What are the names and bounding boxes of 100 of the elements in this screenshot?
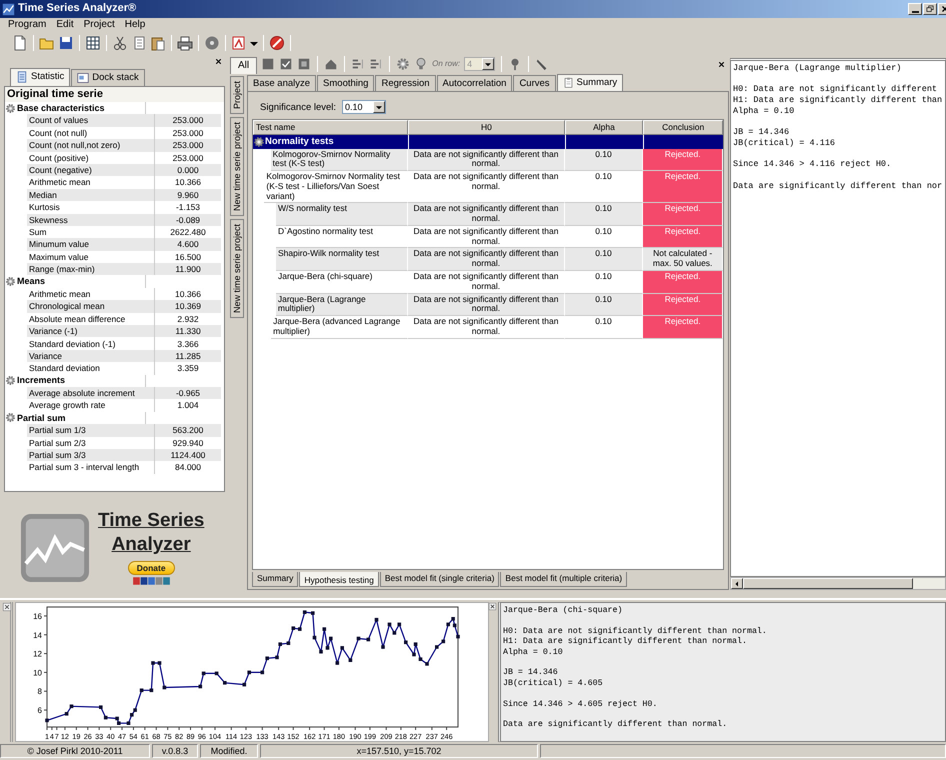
column-header[interactable]: Conclusion: [643, 120, 723, 135]
paste-icon[interactable]: [150, 35, 166, 51]
table-cell: Not calculated - max. 50 values.: [643, 248, 723, 271]
analysis-tab[interactable]: Summary: [556, 74, 624, 92]
data-point: [104, 716, 108, 720]
arrow-left-icon[interactable]: [733, 580, 741, 588]
table-cell: Skewness: [27, 214, 155, 226]
chart-logo-icon: [20, 513, 90, 583]
table-cell: Variance (-1): [27, 325, 155, 338]
table-cell: Average absolute increment: [27, 386, 155, 400]
data-point: [388, 622, 392, 626]
donate-button[interactable]: Donate: [128, 560, 175, 575]
status-text: Modified.: [200, 744, 258, 758]
save-icon[interactable]: [58, 35, 74, 51]
data-point: [336, 661, 340, 665]
output-line: JB = 14.346: [733, 127, 790, 138]
minimize-button[interactable]: [908, 3, 922, 15]
table-cell: 0.10: [564, 203, 644, 226]
horizontal-scrollbar[interactable]: [730, 577, 946, 590]
table-cell-text: 10.366: [174, 288, 202, 300]
column-header[interactable]: Alpha: [564, 120, 644, 135]
tick-label: 12: [33, 650, 42, 659]
output-line: Jarque-Bera (chi-square): [503, 606, 624, 616]
table-cell: W/S normality test: [276, 203, 408, 226]
result-tab[interactable]: Best model fit (multiple criteria): [500, 572, 628, 587]
window-icon: [77, 72, 90, 84]
table-cell-text: 3.366: [176, 338, 200, 350]
data-point: [319, 650, 323, 654]
panel-tab[interactable]: Statistic: [10, 68, 70, 86]
data-point: [275, 656, 279, 660]
close-icon[interactable]: [717, 60, 726, 68]
result-tab[interactable]: Summary: [252, 572, 298, 587]
output-line: Jarque-Bera (Lagrange multiplier): [733, 63, 902, 74]
menu-item[interactable]: Edit: [56, 19, 74, 31]
data-point: [374, 618, 378, 622]
analysis-tab[interactable]: Regression: [375, 75, 436, 92]
menu-item[interactable]: Project: [84, 19, 115, 31]
column-header[interactable]: Test name: [253, 120, 408, 135]
view-tab[interactable]: All: [230, 57, 258, 74]
lightbulb-icon[interactable]: [414, 57, 428, 71]
menu-item[interactable]: Program: [8, 19, 46, 31]
data-point: [302, 610, 306, 614]
data-point: [418, 657, 422, 661]
data-point: [260, 670, 264, 674]
restore-button[interactable]: [923, 3, 937, 15]
panel-tab[interactable]: Dock stack: [71, 69, 145, 86]
prohibition-icon[interactable]: [269, 35, 285, 51]
data-point: [278, 642, 282, 646]
table-cell: Data are not significantly different than normal.: [408, 316, 565, 339]
analysis-tab[interactable]: Curves: [513, 75, 556, 92]
table-cell: Data are not significantly different than normal.: [408, 148, 565, 172]
analysis-tab[interactable]: Autocorrelation: [436, 75, 512, 92]
print-icon[interactable]: [177, 35, 193, 51]
square-icon[interactable]: [297, 57, 312, 71]
data-point: [223, 681, 227, 685]
list-icon[interactable]: [351, 57, 366, 71]
house-icon[interactable]: [324, 57, 338, 71]
table-cell-text: 253.000: [172, 126, 204, 140]
cut-icon[interactable]: [112, 35, 128, 51]
data-point: [70, 704, 74, 708]
new-file-icon[interactable]: [12, 35, 28, 51]
checkbox-icon[interactable]: [279, 57, 294, 71]
minimize-icon: [912, 11, 918, 13]
list-icon[interactable]: [369, 57, 384, 71]
gear-icon[interactable]: [396, 57, 410, 71]
table-cell: 0.000: [155, 164, 221, 176]
table-cell: -0.965: [155, 386, 221, 400]
data-point: [348, 658, 352, 662]
output-line: Data are significantly different than nor: [733, 180, 943, 192]
column-header[interactable]: H0: [408, 120, 565, 135]
table-cell: Data are not significantly different than normal.: [408, 248, 565, 271]
data-point: [158, 661, 162, 665]
analysis-tab[interactable]: Smoothing: [317, 75, 374, 92]
grid-icon[interactable]: [85, 35, 101, 51]
menu-item[interactable]: Help: [124, 19, 146, 31]
project-tab[interactable]: New time serie project: [230, 219, 244, 318]
data-point: [366, 638, 370, 642]
close-icon[interactable]: [2, 602, 12, 612]
table-cell: 9.960: [155, 188, 221, 202]
close-icon[interactable]: [214, 56, 223, 66]
output-line: H1: Data are significantly different than: [733, 95, 943, 106]
table-cell: Average growth rate: [27, 399, 155, 412]
square-icon[interactable]: [261, 57, 276, 71]
result-tab[interactable]: Hypothesis testing: [299, 572, 379, 587]
data-point: [398, 622, 402, 626]
data-point: [150, 688, 154, 692]
document-icon[interactable]: [231, 35, 247, 51]
table-cell: 563.200: [155, 424, 221, 437]
disc-icon[interactable]: [204, 35, 220, 51]
output-line: Alpha = 0.10: [503, 648, 564, 658]
project-tab[interactable]: Project: [230, 76, 244, 114]
significance-select[interactable]: 0.10: [342, 100, 386, 114]
data-point: [126, 721, 130, 725]
data-point: [435, 645, 439, 649]
result-tab[interactable]: Best model fit (single criteria): [380, 572, 500, 587]
project-tab[interactable]: New time serie project: [230, 117, 244, 216]
table-cell: 0.10: [564, 226, 644, 248]
analysis-tab[interactable]: Base analyze: [247, 75, 316, 92]
table-cell: Rejected.: [643, 271, 723, 294]
table-cell-text: -1.153: [174, 201, 202, 214]
